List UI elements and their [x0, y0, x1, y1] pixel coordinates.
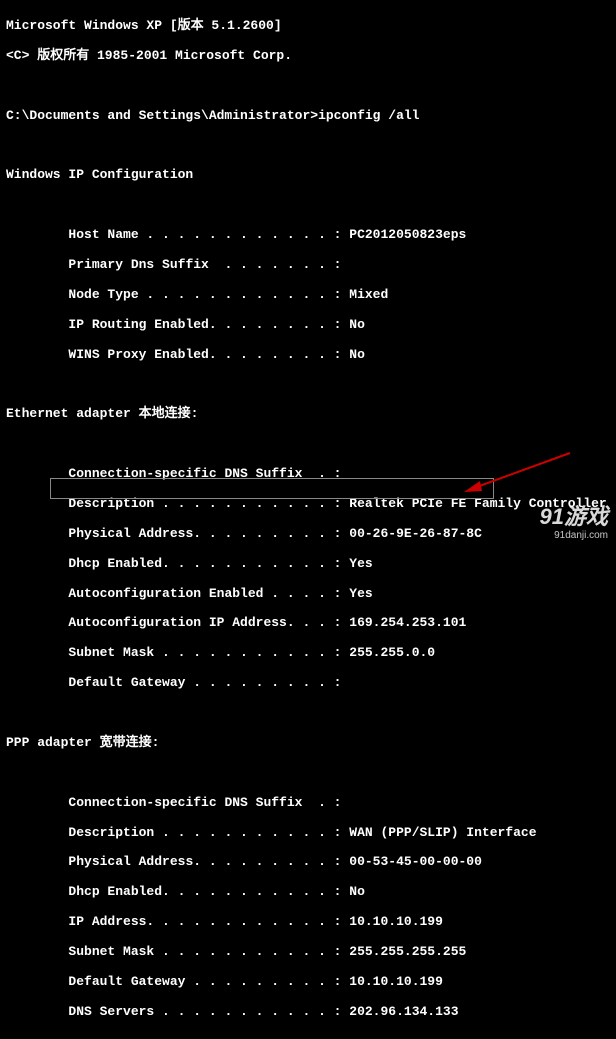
ppp-subnet-value: 255.255.255.255	[349, 944, 466, 959]
ip-routing-label: IP Routing Enabled. . . . . . . . :	[68, 317, 341, 332]
ppp-ip-value: 10.10.10.199	[349, 914, 443, 929]
node-type-value: Mixed	[349, 287, 388, 302]
ppp-phys-value: 00-53-45-00-00-00	[349, 854, 482, 869]
ppp-title-name: 宽带连接:	[100, 735, 160, 750]
eth-autoip-row: Autoconfiguration IP Address. . . : 169.…	[6, 616, 610, 631]
ethernet-title: Ethernet adapter 本地连接:	[6, 407, 610, 422]
header-line-2: <C> 版权所有 1985-2001 Microsoft Corp.	[6, 49, 610, 64]
ppp-dhcp-value: No	[349, 884, 365, 899]
section-title-ipconfig: Windows IP Configuration	[6, 168, 610, 183]
host-name-value: PC2012050823eps	[349, 227, 466, 242]
ppp-dns-value: 202.96.134.133	[349, 1004, 458, 1019]
eth-phys-value: 00-26-9E-26-87-8C	[349, 526, 482, 541]
blank	[6, 706, 610, 721]
ppp-dns-suffix-label: Connection-specific DNS Suffix . :	[68, 795, 341, 810]
blank	[6, 437, 610, 452]
wins-proxy-row: WINS Proxy Enabled. . . . . . . . : No	[6, 348, 610, 363]
blank	[6, 79, 610, 94]
eth-dhcp-label: Dhcp Enabled. . . . . . . . . . . :	[68, 556, 341, 571]
ppp-subnet-row: Subnet Mask . . . . . . . . . . . : 255.…	[6, 945, 610, 960]
primary-dns-label: Primary Dns Suffix . . . . . . . :	[68, 257, 341, 272]
primary-dns-row: Primary Dns Suffix . . . . . . . :	[6, 258, 610, 273]
terminal-output[interactable]: Microsoft Windows XP [版本 5.1.2600] <C> 版…	[0, 0, 616, 1039]
ip-routing-value: No	[349, 317, 365, 332]
eth-autoip-value: 169.254.253.101	[349, 615, 466, 630]
blank	[6, 138, 610, 153]
eth-dhcp-value: Yes	[349, 556, 372, 571]
ppp-phys-row: Physical Address. . . . . . . . . : 00-5…	[6, 855, 610, 870]
node-type-row: Node Type . . . . . . . . . . . . : Mixe…	[6, 288, 610, 303]
blank	[6, 766, 610, 781]
watermark: 91游戏 91danji.com	[540, 504, 608, 541]
eth-autoconf-value: Yes	[349, 586, 372, 601]
eth-subnet-value: 255.255.0.0	[349, 645, 435, 660]
header-line-1: Microsoft Windows XP [版本 5.1.2600]	[6, 19, 610, 34]
watermark-brand: 91游戏	[540, 504, 608, 529]
eth-gateway-label: Default Gateway . . . . . . . . . :	[68, 675, 341, 690]
host-name-row: Host Name . . . . . . . . . . . . : PC20…	[6, 228, 610, 243]
prompt-command: ipconfig /all	[318, 108, 419, 123]
ppp-desc-label: Description . . . . . . . . . . . :	[68, 825, 341, 840]
eth-dhcp-row: Dhcp Enabled. . . . . . . . . . . : Yes	[6, 557, 610, 572]
blank	[6, 377, 610, 392]
ppp-dhcp-label: Dhcp Enabled. . . . . . . . . . . :	[68, 884, 341, 899]
ppp-title-prefix: PPP adapter	[6, 735, 100, 750]
blank	[6, 198, 610, 213]
ppp-ip-row: IP Address. . . . . . . . . . . . : 10.1…	[6, 915, 610, 930]
ppp-gateway-label: Default Gateway . . . . . . . . . :	[68, 974, 341, 989]
eth-autoconf-row: Autoconfiguration Enabled . . . . : Yes	[6, 587, 610, 602]
eth-subnet-label: Subnet Mask . . . . . . . . . . . :	[68, 645, 341, 660]
prompt-line: C:\Documents and Settings\Administrator>…	[6, 109, 610, 124]
ppp-title: PPP adapter 宽带连接:	[6, 736, 610, 751]
watermark-url: 91danji.com	[540, 530, 608, 542]
prompt-path: C:\Documents and Settings\Administrator>	[6, 108, 318, 123]
node-type-label: Node Type . . . . . . . . . . . . :	[68, 287, 341, 302]
eth-dns-suffix-label: Connection-specific DNS Suffix . :	[68, 466, 341, 481]
ppp-phys-label: Physical Address. . . . . . . . . :	[68, 854, 341, 869]
wins-proxy-value: No	[349, 347, 365, 362]
eth-desc-label: Description . . . . . . . . . . . :	[68, 496, 341, 511]
ip-routing-row: IP Routing Enabled. . . . . . . . : No	[6, 318, 610, 333]
wins-proxy-label: WINS Proxy Enabled. . . . . . . . :	[68, 347, 341, 362]
ppp-gateway-row: Default Gateway . . . . . . . . . : 10.1…	[6, 975, 610, 990]
eth-autoip-label: Autoconfiguration IP Address. . . :	[68, 615, 341, 630]
host-name-label: Host Name . . . . . . . . . . . . :	[68, 227, 341, 242]
eth-subnet-row: Subnet Mask . . . . . . . . . . . : 255.…	[6, 646, 610, 661]
ppp-ip-label: IP Address. . . . . . . . . . . . :	[68, 914, 341, 929]
ppp-desc-row: Description . . . . . . . . . . . : WAN …	[6, 826, 610, 841]
ppp-dns-label: DNS Servers . . . . . . . . . . . :	[68, 1004, 341, 1019]
eth-gateway-row: Default Gateway . . . . . . . . . :	[6, 676, 610, 691]
ethernet-title-prefix: Ethernet adapter	[6, 406, 139, 421]
eth-phys-label: Physical Address. . . . . . . . . :	[68, 526, 341, 541]
ppp-gateway-value: 10.10.10.199	[349, 974, 443, 989]
ppp-desc-value: WAN (PPP/SLIP) Interface	[349, 825, 536, 840]
ppp-dns-suffix-row: Connection-specific DNS Suffix . :	[6, 796, 610, 811]
eth-dns-suffix-row: Connection-specific DNS Suffix . :	[6, 467, 610, 482]
ethernet-title-name: 本地连接:	[139, 406, 199, 421]
ppp-subnet-label: Subnet Mask . . . . . . . . . . . :	[68, 944, 341, 959]
ppp-dhcp-row: Dhcp Enabled. . . . . . . . . . . : No	[6, 885, 610, 900]
ppp-dns-row: DNS Servers . . . . . . . . . . . : 202.…	[6, 1005, 610, 1020]
eth-phys-row: Physical Address. . . . . . . . . : 00-2…	[6, 527, 610, 542]
eth-desc-row: Description . . . . . . . . . . . : Real…	[6, 497, 610, 512]
eth-autoconf-label: Autoconfiguration Enabled . . . . :	[68, 586, 341, 601]
